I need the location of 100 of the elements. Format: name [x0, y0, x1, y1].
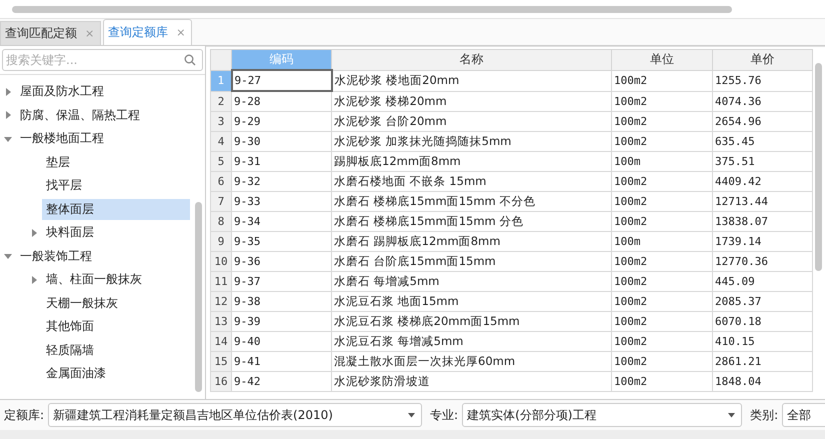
caret-right-icon[interactable]: [30, 228, 38, 237]
table-cell: 1739.14: [712, 232, 812, 252]
row-number: 14: [210, 332, 232, 352]
table-cell: 100m2: [612, 91, 712, 112]
table-cell: 9-41: [232, 352, 332, 372]
table-cell: 445.09: [712, 272, 812, 292]
table-cell: 100m2: [612, 352, 712, 372]
tree-item[interactable]: 一般楼地面工程: [16, 128, 108, 150]
table-cell: 9-33: [232, 192, 332, 212]
table-cell: 水泥砂浆 楼地面20mm: [332, 70, 612, 91]
column-header[interactable]: 单位: [612, 50, 712, 70]
table-cell: 水泥砂浆防滑坡道: [332, 372, 612, 392]
table-cell: 100m2: [612, 252, 712, 272]
tree-item[interactable]: 屋面及防水工程: [16, 81, 108, 102]
row-number: 12: [210, 292, 232, 312]
scrollbar-thumb[interactable]: [195, 202, 202, 392]
table-cell: 9-30: [232, 132, 332, 152]
filter-label: 类别:: [750, 406, 778, 424]
table-cell: 100m2: [612, 292, 712, 312]
table-cell: 水泥砂浆 加浆抹光随捣随抹5mm: [332, 132, 612, 152]
table-cell: 100m: [612, 232, 712, 252]
tree-item[interactable]: 垫层: [42, 152, 74, 173]
scrollbar-thumb[interactable]: [12, 6, 732, 12]
row-number: 16: [210, 372, 232, 392]
table-cell: 水泥砂浆 楼梯20mm: [332, 91, 612, 112]
row-number: 7: [210, 192, 232, 212]
row-number: 6: [210, 172, 232, 192]
table-cell: 9-38: [232, 292, 332, 312]
filter-label: 专业:: [430, 406, 458, 424]
table-cell: 4409.42: [712, 172, 812, 192]
table-cell: 12770.36: [712, 252, 812, 272]
table-cell: 水磨石楼地面 不嵌条 15mm: [332, 172, 612, 192]
caret-right-icon[interactable]: [4, 111, 12, 120]
tree-item[interactable]: 金属面油漆: [42, 363, 110, 384]
caret-down-icon[interactable]: [4, 252, 12, 260]
tab[interactable]: 查询定额库 ×: [103, 19, 192, 45]
table-cell: 水磨石 楼梯底15mm面15mm 分色: [332, 212, 612, 232]
tree-item[interactable]: 墙、柱面一般抹灰: [42, 269, 146, 290]
table-cell: 水磨石 台阶底15mm面15mm: [332, 252, 612, 272]
caret-down-icon: [728, 412, 736, 418]
table-cell: 2654.96: [712, 112, 812, 132]
table-cell: 9-40: [232, 332, 332, 352]
row-number: 13: [210, 312, 232, 332]
table-cell: 100m2: [612, 132, 712, 152]
dropdown[interactable]: 全部: [782, 403, 825, 427]
caret-right-icon[interactable]: [4, 88, 12, 96]
scrollbar-thumb[interactable]: [815, 63, 822, 271]
table-cell: 2085.37: [712, 292, 812, 312]
tree-item[interactable]: 轻质隔墙: [42, 340, 98, 361]
table-cell: 9-36: [232, 252, 332, 272]
table-cell: 100m2: [612, 372, 712, 392]
tree-item[interactable]: 整体面层: [42, 198, 190, 220]
column-header[interactable]: 名称: [332, 50, 612, 70]
table-cell: 100m2: [612, 172, 712, 192]
table-cell: 9-39: [232, 312, 332, 332]
dropdown[interactable]: 建筑实体(分部分项)工程: [462, 403, 742, 427]
table-cell: 9-42: [232, 372, 332, 392]
search-icon[interactable]: [184, 54, 196, 66]
row-number: 8: [210, 212, 232, 232]
table-cell: 410.15: [712, 332, 812, 352]
table-cell: 2861.21: [712, 352, 812, 372]
table-cell: 100m2: [612, 212, 712, 232]
tree-item[interactable]: 一般装饰工程: [16, 246, 96, 267]
table-cell: 100m2: [612, 192, 712, 212]
table-cell: 水泥豆石浆 楼梯底20mm面15mm: [332, 312, 612, 332]
caret-right-icon[interactable]: [30, 276, 38, 284]
search-field[interactable]: 搜索关键字...: [2, 49, 203, 71]
row-number: 1: [210, 70, 232, 91]
table-cell: 635.45: [712, 132, 812, 152]
table-cell: 混凝土散水面层一次抹光厚60mm: [332, 352, 612, 372]
table-cell: 100m2: [612, 112, 712, 132]
row-number: 9: [210, 232, 232, 252]
table-cell: 1255.76: [712, 70, 812, 91]
table-cell: 9-37: [232, 272, 332, 292]
table-cell: 水泥砂浆 台阶20mm: [332, 112, 612, 132]
tab[interactable]: 查询匹配定额 ×: [0, 21, 102, 45]
table-cell: 6070.18: [712, 312, 812, 332]
table-cell: 100m2: [612, 312, 712, 332]
table-cell: 9-31: [232, 152, 332, 172]
filter-label: 定额库:: [4, 406, 44, 424]
column-header[interactable]: 单价: [712, 50, 812, 70]
table-cell: 375.51: [712, 152, 812, 172]
caret-down-icon: [408, 412, 416, 418]
table-cell: 水泥豆石浆 地面15mm: [332, 292, 612, 312]
table-cell: 100m2: [612, 332, 712, 352]
row-number: 5: [210, 152, 232, 172]
tree-item[interactable]: 其他饰面: [42, 316, 98, 338]
table-cell: 水磨石 每增减5mm: [332, 272, 612, 292]
tree-item[interactable]: 块料面层: [42, 222, 98, 244]
row-number: 11: [210, 272, 232, 292]
caret-down-icon[interactable]: [4, 134, 12, 143]
tree-item[interactable]: 天棚一般抹灰: [42, 292, 122, 314]
table-cell: 13838.07: [712, 212, 812, 232]
table-cell: 9-34: [232, 212, 332, 232]
tree-item[interactable]: 找平层: [42, 175, 86, 196]
tree-item[interactable]: 防腐、保温、隔热工程: [16, 104, 144, 126]
dropdown[interactable]: 新疆建筑工程消耗量定额昌吉地区单位估价表(2010): [48, 403, 422, 427]
table-cell: 9-35: [232, 232, 332, 252]
table-cell: 12713.44: [712, 192, 812, 212]
row-number: 3: [210, 112, 232, 132]
